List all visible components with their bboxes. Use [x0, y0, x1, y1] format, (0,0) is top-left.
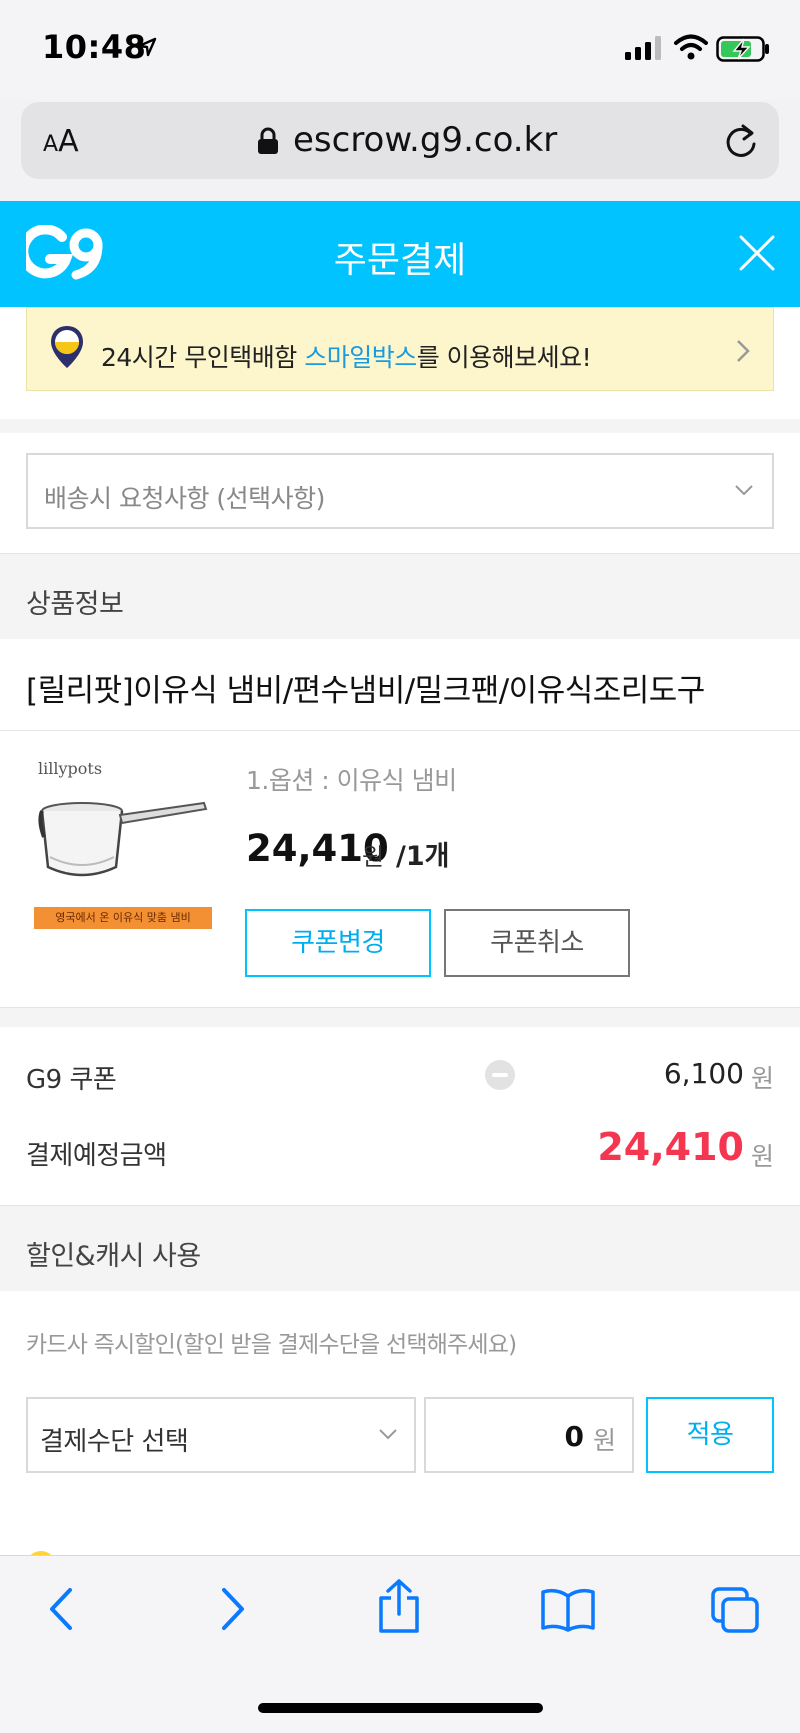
payment-method-select[interactable]: 결제수단 선택 — [26, 1397, 416, 1473]
payment-method-value: 결제수단 선택 — [40, 1427, 189, 1457]
chevron-down-icon — [735, 485, 753, 496]
order-content: 24시간 무인택배함 스마일박스를 이용해보세요! 배송시 요청사항 (선택사항… — [0, 307, 800, 1555]
status-time: 10:48 — [42, 28, 147, 66]
total-label: 결제예정금액 — [26, 1141, 167, 1171]
section-gap — [0, 1007, 800, 1027]
amount-unit: 원 — [592, 1426, 616, 1455]
battery-charging-icon — [716, 36, 769, 62]
saucepan-image — [38, 801, 208, 877]
total-amount: 24,410 — [597, 1125, 744, 1169]
chevron-down-icon — [379, 1429, 397, 1440]
share-icon[interactable] — [376, 1578, 422, 1634]
smilebox-link[interactable]: 스마일박스 — [304, 343, 417, 372]
thumb-brand-text: lillypots — [38, 759, 103, 778]
url-text: escrow.g9.co.kr — [293, 120, 558, 160]
banner-text: 24시간 무인택배함 스마일박스를 이용해보세요! — [101, 343, 592, 372]
location-arrow-icon — [137, 37, 157, 57]
discount-section-header: 할인&캐시 사용 — [0, 1205, 800, 1291]
product-title[interactable]: [릴리팟]이유식 냄비/편수냄비/밀크팬/이유식조리도구 — [26, 665, 705, 710]
tabs-icon[interactable] — [710, 1586, 760, 1634]
coupon-cancel-button[interactable]: 쿠폰취소 — [444, 909, 630, 977]
product-info-header: 상품정보 — [0, 553, 800, 639]
lock-icon — [258, 127, 278, 154]
section-title: 상품정보 — [26, 589, 124, 620]
cellular-signal-icon — [625, 36, 661, 60]
section-gap — [0, 419, 800, 433]
close-icon[interactable] — [738, 234, 776, 272]
amount-value: 0 — [564, 1420, 584, 1453]
home-indicator[interactable] — [258, 1703, 543, 1713]
minus-circle-icon — [485, 1060, 515, 1090]
section-title: 할인&캐시 사용 — [26, 1241, 201, 1272]
page-title: 주문결제 — [333, 240, 467, 281]
won-unit: 원 — [750, 1142, 774, 1171]
coupon-label: G9 쿠폰 — [26, 1065, 117, 1095]
back-icon[interactable] — [46, 1586, 76, 1632]
coupon-change-button[interactable]: 쿠폰변경 — [245, 909, 431, 977]
price-unit: 원 — [362, 843, 385, 871]
product-quantity: /1개 — [396, 841, 450, 872]
coupon-amount: 6,100 — [663, 1057, 744, 1090]
divider — [0, 730, 800, 731]
browser-toolbar — [0, 1555, 800, 1733]
delivery-request-placeholder: 배송시 요청사항 (선택사항) — [44, 484, 325, 513]
product-option: 1.옵션 : 이유식 냄비 — [246, 766, 457, 795]
discount-amount-input[interactable]: 0 원 — [424, 1397, 634, 1473]
status-bar: 10:48 — [0, 0, 800, 100]
address-bar[interactable]: AA escrow.g9.co.kr — [21, 102, 779, 179]
location-pin-icon — [51, 326, 83, 368]
text-size-button[interactable]: AA — [43, 124, 79, 159]
smilebox-banner[interactable]: 24시간 무인택배함 스마일박스를 이용해보세요! — [26, 307, 774, 391]
delivery-request-select[interactable]: 배송시 요청사항 (선택사항) — [26, 453, 774, 529]
apply-button[interactable]: 적용 — [646, 1397, 774, 1473]
bookmarks-icon[interactable] — [540, 1588, 596, 1632]
chevron-right-icon — [737, 340, 750, 362]
wifi-icon — [674, 34, 708, 60]
reload-icon[interactable] — [723, 122, 759, 160]
product-thumbnail[interactable]: lillypots 영국에서 온 이유식 맞춤 냄비 — [26, 747, 216, 937]
won-unit: 원 — [750, 1064, 774, 1093]
thumb-tag: 영국에서 온 이유식 맞춤 냄비 — [34, 907, 212, 929]
forward-icon[interactable] — [218, 1586, 248, 1632]
card-discount-note: 카드사 즉시할인(할인 받을 결제수단을 선택해주세요) — [26, 1332, 517, 1358]
app-header: 주문결제 — [0, 201, 800, 307]
